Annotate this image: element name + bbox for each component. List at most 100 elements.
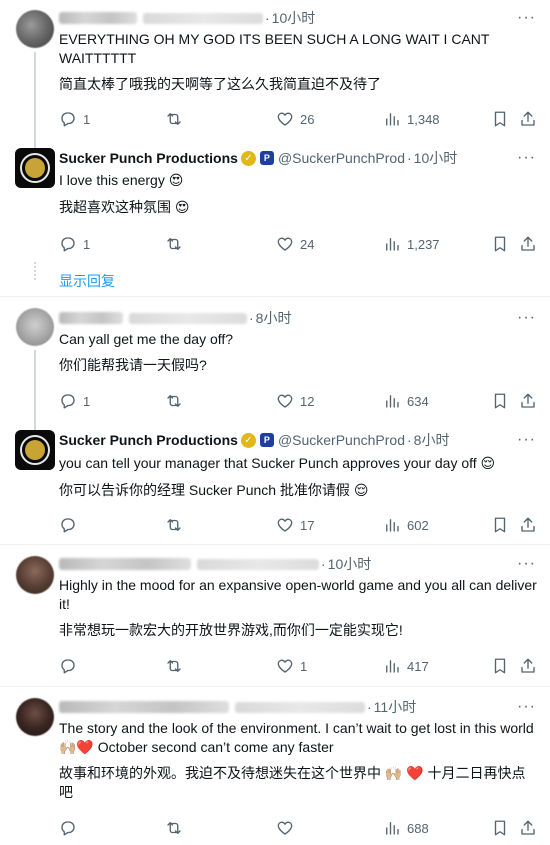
like-icon [277,659,293,673]
user-handle-redacted [197,558,319,570]
tweet-time[interactable]: 8小时 [256,308,292,328]
sucker-punch-avatar[interactable] [15,430,55,470]
user-name[interactable]: Sucker Punch Productions [59,432,238,448]
thread-dots [34,262,36,282]
sucker-punch-logo [20,153,50,183]
tweet-time[interactable]: 11小时 [374,697,417,717]
retweet-button[interactable] [165,516,183,534]
user-name[interactable]: Sucker Punch Productions [59,150,238,166]
more-options-icon[interactable]: ··· [517,432,536,448]
views-button[interactable]: 634 [383,392,429,410]
tweet-text: I love this energy 😍 [59,172,184,188]
retweet-icon [167,113,181,125]
tweet-actions: 688 [59,819,539,839]
bookmark-button[interactable] [491,819,509,837]
reply-button[interactable]: 1 [59,110,90,128]
like-button[interactable]: 12 [276,392,314,410]
bookmark-icon [494,236,506,252]
share-button[interactable] [519,392,537,410]
bookmark-icon [494,517,506,533]
views-icon [386,822,399,835]
share-icon [521,393,535,408]
bookmark-button[interactable] [491,657,509,675]
views-button[interactable]: 417 [383,657,429,675]
tweet-time[interactable]: 8小时 [414,430,450,450]
like-button[interactable]: 24 [276,235,314,253]
like-count: 24 [300,236,315,252]
like-count: 12 [300,393,315,409]
tweet-translation: 我超喜欢这种氛围 😍 [59,199,190,215]
tweet-time[interactable]: 10小时 [272,8,316,28]
share-button[interactable] [519,819,537,837]
more-options-icon[interactable]: ··· [517,556,536,572]
reply-button[interactable]: 1 [59,392,90,410]
retweet-button[interactable] [165,657,183,675]
views-button[interactable]: 602 [383,516,429,534]
retweet-button[interactable] [165,819,183,837]
like-button[interactable] [276,819,294,837]
reply-icon [61,112,75,127]
retweet-icon [167,660,181,672]
bookmark-button[interactable] [491,235,509,253]
tweet-actions: 17 602 [59,516,539,536]
show-replies-link[interactable]: 显示回复 [59,271,115,291]
reply-icon [61,237,75,252]
bookmark-button[interactable] [491,392,509,410]
reply-button[interactable] [59,516,77,534]
user-handle-redacted [143,12,263,24]
share-button[interactable] [519,516,537,534]
like-count: 26 [300,111,315,127]
views-button[interactable]: 1,348 [383,110,440,128]
reply-icon [61,518,75,533]
separator-dot: · [407,150,412,166]
more-options-icon[interactable]: ··· [517,150,536,166]
reply-count: 1 [83,111,91,127]
reply-button[interactable]: 1 [59,235,90,253]
view-count: 602 [407,517,429,533]
user-name-redacted[interactable] [59,701,229,713]
more-options-icon[interactable]: ··· [517,310,536,326]
like-button[interactable]: 17 [276,516,314,534]
avatar[interactable] [16,556,54,594]
user-handle-redacted [235,701,365,713]
tweet-actions: 1 12 634 [59,392,539,412]
tweet-time[interactable]: 10小时 [414,148,458,168]
tweet-header: Sucker Punch Productions ✓ P @SuckerPunc… [59,430,449,450]
avatar[interactable] [16,308,54,346]
more-options-icon[interactable]: ··· [517,699,536,715]
like-button[interactable]: 1 [276,657,307,675]
user-name-redacted[interactable] [59,558,191,570]
share-button[interactable] [519,235,537,253]
views-button[interactable]: 688 [383,819,429,837]
separator-dot: · [407,432,412,448]
user-name-redacted[interactable] [59,12,137,24]
share-button[interactable] [519,110,537,128]
user-handle[interactable]: @SuckerPunchProd [278,150,405,166]
more-options-icon[interactable]: ··· [517,10,536,26]
views-icon [386,395,399,408]
tweet-translation: 故事和环境的外观。我迫不及待想迷失在这个世界中 🙌🏼 ❤️ 十月二日再快点吧 [59,765,526,800]
views-button[interactable]: 1,237 [383,235,440,253]
retweet-button[interactable] [165,235,183,253]
like-button[interactable]: 26 [276,110,314,128]
user-name-redacted[interactable] [59,312,123,324]
tweet-text: The story and the look of the environmen… [59,720,534,755]
reply-button[interactable] [59,819,77,837]
bookmark-button[interactable] [491,110,509,128]
tweet-header: · 8小时 [59,308,291,328]
retweet-button[interactable] [165,110,183,128]
bookmark-button[interactable] [491,516,509,534]
share-button[interactable] [519,657,537,675]
user-handle[interactable]: @SuckerPunchProd [278,432,405,448]
share-icon [521,517,535,532]
sucker-punch-logo [20,435,50,465]
retweet-button[interactable] [165,392,183,410]
sucker-punch-avatar[interactable] [15,148,55,188]
tweet-time[interactable]: 10小时 [328,554,372,574]
reply-button[interactable] [59,657,77,675]
like-icon [277,237,293,251]
share-icon [521,236,535,251]
avatar[interactable] [16,698,54,736]
thread-line [34,350,36,430]
avatar[interactable] [16,10,54,48]
